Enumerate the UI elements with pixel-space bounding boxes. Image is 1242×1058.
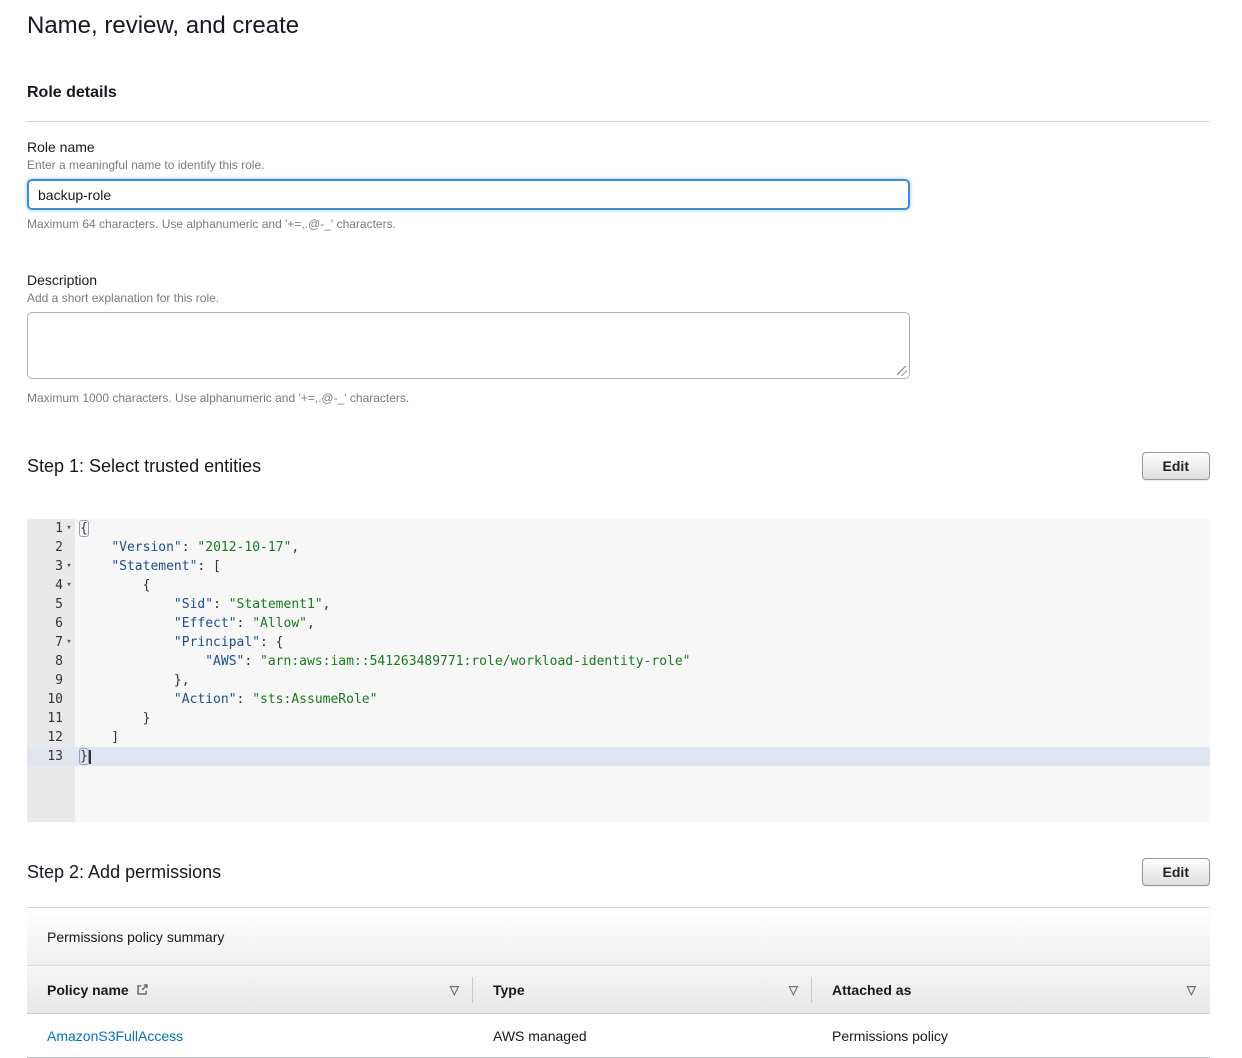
step2-header-row: Step 2: Add permissions Edit xyxy=(27,858,1210,886)
line-number: 11▾ xyxy=(27,709,75,728)
permissions-table-body: AmazonS3FullAccess AWS managedPermissions… xyxy=(27,1014,1210,1058)
sort-dropdown-icon[interactable]: ▽ xyxy=(1187,983,1196,997)
page-content: Name, review, and create Role details Ro… xyxy=(0,12,1242,1058)
code-text: "Action": "sts:AssumeRole" xyxy=(75,690,1210,709)
role-name-label: Role name xyxy=(27,139,1210,155)
code-line[interactable]: 5▾ "Sid": "Statement1", xyxy=(27,595,1210,614)
step1-edit-button[interactable]: Edit xyxy=(1142,452,1210,480)
code-lines: 1▾{2▾ "Version": "2012-10-17",3▾ "Statem… xyxy=(27,519,1210,766)
code-text: "Statement": [ xyxy=(75,557,1210,576)
line-number: 6▾ xyxy=(27,614,75,633)
line-number: 1▾ xyxy=(27,519,75,538)
code-line[interactable]: 11▾ } xyxy=(27,709,1210,728)
code-text: { xyxy=(75,576,1210,595)
code-line[interactable]: 7▾ "Principal": { xyxy=(27,633,1210,652)
code-line[interactable]: 13▾} xyxy=(27,747,1210,766)
trust-policy-code-editor[interactable]: 1▾{2▾ "Version": "2012-10-17",3▾ "Statem… xyxy=(27,519,1210,822)
section-divider xyxy=(27,121,1210,122)
code-line[interactable]: 2▾ "Version": "2012-10-17", xyxy=(27,538,1210,557)
code-text: "Principal": { xyxy=(75,633,1210,652)
permissions-panel: Permissions policy summary Policy name▽T… xyxy=(27,907,1210,1058)
code-line[interactable]: 8▾ "AWS": "arn:aws:iam::541263489771:rol… xyxy=(27,652,1210,671)
column-header-label: Attached as xyxy=(832,982,911,998)
column-header-type[interactable]: Type ▽ xyxy=(473,966,812,1013)
code-text: { xyxy=(75,519,1210,538)
fold-arrow-icon[interactable]: ▾ xyxy=(63,557,75,576)
sort-dropdown-icon[interactable]: ▽ xyxy=(789,983,798,997)
policy-name-link[interactable]: AmazonS3FullAccess xyxy=(47,1028,183,1044)
description-textarea-wrap xyxy=(27,312,910,379)
role-name-help: Enter a meaningful name to identify this… xyxy=(27,158,1210,172)
column-header-label: Policy name xyxy=(47,982,129,998)
description-constraint: Maximum 1000 characters. Use alphanumeri… xyxy=(27,391,1210,405)
role-details-heading: Role details xyxy=(27,84,1210,102)
code-line[interactable]: 9▾ }, xyxy=(27,671,1210,690)
code-line[interactable]: 6▾ "Effect": "Allow", xyxy=(27,614,1210,633)
role-name-input[interactable] xyxy=(27,179,910,210)
policy-type-cell: AWS managed xyxy=(473,1028,812,1044)
description-label: Description xyxy=(27,272,1210,288)
description-help: Add a short explanation for this role. xyxy=(27,291,1210,305)
external-link-icon xyxy=(136,983,149,996)
column-header-policy-name[interactable]: Policy name ▽ xyxy=(27,966,473,1013)
column-header-label: Type xyxy=(493,982,525,998)
attached-as-cell: Permissions policy xyxy=(812,1028,1210,1044)
code-text: }, xyxy=(75,671,1210,690)
text-cursor xyxy=(89,750,91,764)
code-line[interactable]: 4▾ { xyxy=(27,576,1210,595)
role-name-constraint: Maximum 64 characters. Use alphanumeric … xyxy=(27,217,1210,231)
line-number: 5▾ xyxy=(27,595,75,614)
table-row: AmazonS3FullAccess AWS managedPermissions… xyxy=(27,1014,1210,1058)
code-line[interactable]: 3▾ "Statement": [ xyxy=(27,557,1210,576)
step2-edit-button[interactable]: Edit xyxy=(1142,858,1210,886)
line-number: 8▾ xyxy=(27,652,75,671)
step2-heading: Step 2: Add permissions xyxy=(27,862,221,883)
code-text: "AWS": "arn:aws:iam::541263489771:role/w… xyxy=(75,652,1210,671)
permissions-panel-title: Permissions policy summary xyxy=(27,908,1210,966)
page-title: Name, review, and create xyxy=(27,12,1210,40)
code-text: "Effect": "Allow", xyxy=(75,614,1210,633)
description-textarea[interactable] xyxy=(27,312,910,379)
step1-header-row: Step 1: Select trusted entities Edit xyxy=(27,452,1210,480)
column-header-attached-as[interactable]: Attached as ▽ xyxy=(812,966,1210,1013)
code-text: "Version": "2012-10-17", xyxy=(75,538,1210,557)
code-text: } xyxy=(75,747,1210,766)
code-text: } xyxy=(75,709,1210,728)
permissions-table-header: Policy name ▽ Type ▽ Attached as ▽ xyxy=(27,966,1210,1014)
code-text: ] xyxy=(75,728,1210,747)
fold-arrow-icon[interactable]: ▾ xyxy=(63,633,75,652)
line-number: 10▾ xyxy=(27,690,75,709)
line-number: 13▾ xyxy=(27,747,75,766)
code-line[interactable]: 12▾ ] xyxy=(27,728,1210,747)
line-number: 2▾ xyxy=(27,538,75,557)
step1-heading: Step 1: Select trusted entities xyxy=(27,456,261,477)
line-number: 12▾ xyxy=(27,728,75,747)
code-text: "Sid": "Statement1", xyxy=(75,595,1210,614)
fold-arrow-icon[interactable]: ▾ xyxy=(63,576,75,595)
line-number: 4▾ xyxy=(27,576,75,595)
code-line[interactable]: 10▾ "Action": "sts:AssumeRole" xyxy=(27,690,1210,709)
sort-dropdown-icon[interactable]: ▽ xyxy=(450,983,459,997)
line-number: 3▾ xyxy=(27,557,75,576)
fold-arrow-icon[interactable]: ▾ xyxy=(63,519,75,538)
code-line[interactable]: 1▾{ xyxy=(27,519,1210,538)
line-number: 7▾ xyxy=(27,633,75,652)
line-number: 9▾ xyxy=(27,671,75,690)
